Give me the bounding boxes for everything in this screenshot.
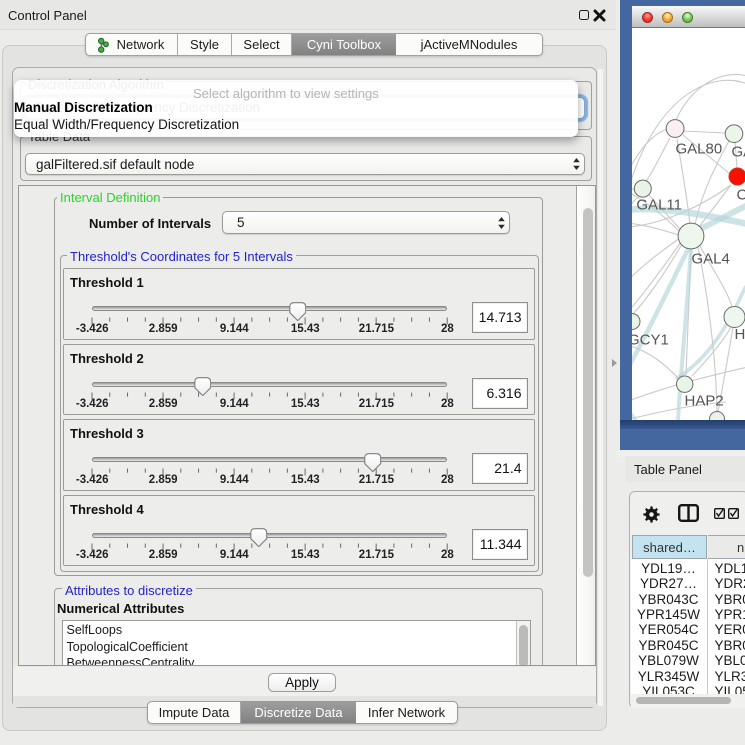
svg-text:HAP: HAP (735, 326, 745, 343)
svg-text:GAL4: GAL4 (692, 251, 730, 268)
svg-text:GAL11: GAL11 (636, 197, 682, 214)
svg-text:CD: CD (737, 187, 745, 204)
svg-text:GA: GA (732, 144, 745, 161)
svg-text:HAP2: HAP2 (685, 393, 724, 410)
svg-text:GCY1: GCY1 (632, 332, 669, 349)
svg-text:GAL80: GAL80 (676, 141, 723, 158)
